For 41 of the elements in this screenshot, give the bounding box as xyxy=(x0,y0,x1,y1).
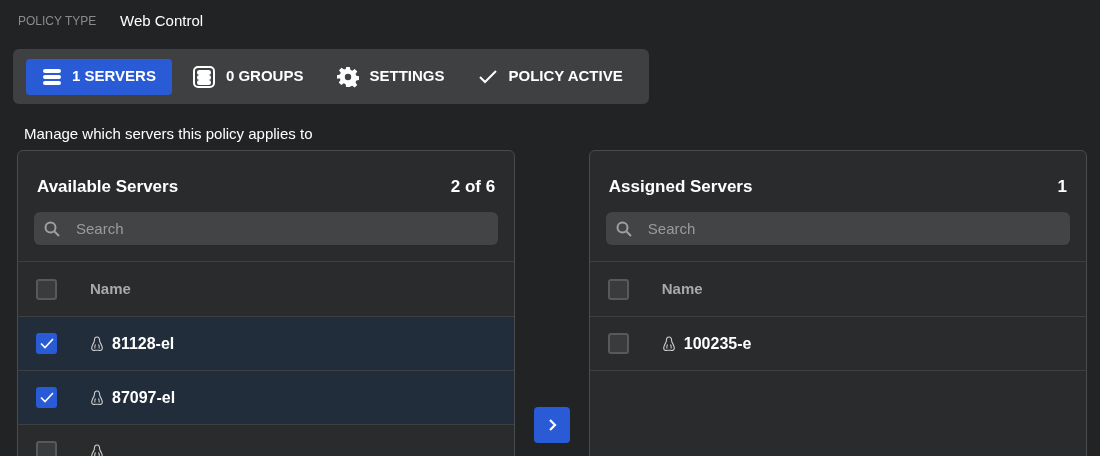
server-icon xyxy=(191,64,216,89)
list-icon xyxy=(42,68,62,85)
penguin-icon xyxy=(90,443,104,456)
search-icon xyxy=(44,221,60,237)
penguin-icon xyxy=(661,335,676,352)
panel-title: Assigned Servers xyxy=(608,176,753,199)
column-header: Name xyxy=(90,278,131,299)
count: 1 xyxy=(1057,176,1067,199)
search-field[interactable]: Search xyxy=(605,212,1070,245)
policy-type-value: Web Control xyxy=(120,10,204,31)
tab[interactable]: 0 GROUPS xyxy=(177,58,318,95)
search-icon xyxy=(615,221,632,237)
move-right-button[interactable] xyxy=(534,407,570,443)
checkbox[interactable] xyxy=(36,278,57,300)
checkbox[interactable] xyxy=(607,278,629,300)
penguin-icon xyxy=(90,389,104,406)
server-name: 100235-e xyxy=(683,333,752,354)
check-icon xyxy=(478,68,499,85)
penguin-icon xyxy=(90,335,104,352)
chevron-right-icon xyxy=(547,419,557,431)
tab[interactable]: 1 SERVERS xyxy=(26,58,172,95)
tab[interactable]: POLICY ACTIVE xyxy=(464,58,637,95)
checkmark-icon xyxy=(39,338,54,349)
server-row[interactable]: 81128-el xyxy=(18,317,515,371)
server-row[interactable]: 100235-e xyxy=(589,317,1086,371)
checkmark-icon xyxy=(39,392,54,403)
checkbox[interactable] xyxy=(36,387,57,408)
checkbox[interactable] xyxy=(607,333,629,354)
server-row[interactable]: 87097-el xyxy=(18,371,515,425)
server-name: 81128-el xyxy=(112,333,175,354)
checkbox[interactable] xyxy=(36,441,57,456)
column-header: Name xyxy=(661,278,703,299)
tab[interactable]: SETTINGS xyxy=(323,58,459,95)
checkbox[interactable] xyxy=(36,333,57,354)
count: 2 of 6 xyxy=(450,176,496,199)
server-name: 87097-el xyxy=(112,387,176,408)
field-label: POLICY TYPE xyxy=(18,13,98,30)
search-field[interactable]: Search xyxy=(34,212,499,245)
settings-icon xyxy=(337,65,360,88)
panel-title: Available Servers xyxy=(37,176,179,199)
description: Manage which servers this policy applies to xyxy=(24,124,314,143)
